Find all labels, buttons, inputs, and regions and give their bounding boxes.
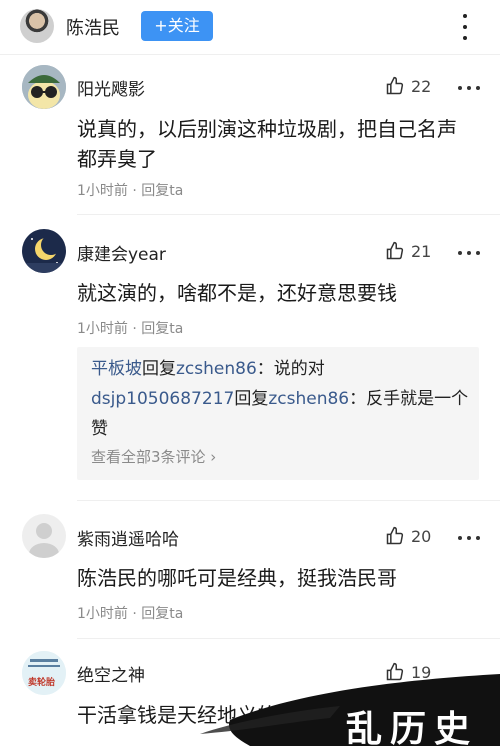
reply-content: ：说的对 bbox=[256, 359, 325, 379]
like-button[interactable]: 21 bbox=[385, 241, 431, 261]
divider bbox=[77, 500, 500, 501]
reply-target[interactable]: zcshen86 bbox=[268, 389, 349, 409]
comment-time: 1小时前 bbox=[77, 606, 128, 622]
comment-text: 就这演的，啥都不是，还好意思要钱 bbox=[77, 281, 397, 305]
like-button[interactable]: 19 bbox=[385, 662, 431, 682]
comment-meta: 1小时前 · 回复ta bbox=[77, 183, 184, 199]
reply-link[interactable]: 回复ta bbox=[141, 321, 183, 337]
like-count: 21 bbox=[411, 241, 432, 261]
commenter-name[interactable]: 康建会year bbox=[77, 240, 166, 265]
default-avatar-icon[interactable] bbox=[22, 514, 66, 558]
comment-meta: 1小时前 · 回复ta bbox=[77, 606, 184, 622]
more-horizontal-icon[interactable] bbox=[458, 250, 480, 256]
reply-item[interactable]: dsjp1050687217回复zcshen86：反手就是一个赞 bbox=[91, 384, 471, 444]
comment-time: 1小时前 bbox=[77, 183, 128, 199]
like-count: 20 bbox=[411, 526, 432, 546]
view-all-replies-link[interactable]: 查看全部3条评论 › bbox=[91, 446, 216, 467]
commenter-name[interactable]: 紫雨逍遥哈哈 bbox=[77, 525, 179, 550]
commenter-name[interactable]: 阳光飕影 bbox=[77, 75, 145, 100]
comment-time: 1小时前 bbox=[77, 321, 128, 337]
author-avatar[interactable] bbox=[20, 9, 54, 43]
reply-verb: 回复 bbox=[234, 389, 269, 409]
like-button[interactable]: 20 bbox=[385, 526, 431, 546]
comment-meta: 1小时前 · 回复ta bbox=[77, 321, 184, 337]
like-button[interactable]: 22 bbox=[385, 76, 431, 96]
poster-avatar-icon[interactable]: 卖轮胎 bbox=[22, 651, 66, 695]
more-horizontal-icon[interactable] bbox=[458, 535, 480, 541]
comment-text: 说真的，以后别演这种垃圾剧，把自己名声都弄臭了 bbox=[77, 117, 457, 171]
like-count: 19 bbox=[411, 662, 432, 682]
thumbs-up-icon bbox=[386, 76, 404, 95]
moon-avatar-icon[interactable] bbox=[22, 229, 66, 273]
thumbs-up-icon bbox=[386, 662, 404, 681]
glasses-avatar-icon[interactable] bbox=[22, 65, 66, 109]
thumbs-up-icon bbox=[386, 526, 404, 545]
divider bbox=[77, 214, 500, 215]
reply-user[interactable]: dsjp1050687217 bbox=[91, 389, 234, 409]
commenter-name[interactable]: 绝空之神 bbox=[77, 661, 145, 686]
top-bar: 陈浩民 +关注 bbox=[0, 0, 500, 55]
author-name[interactable]: 陈浩民 bbox=[66, 14, 120, 40]
like-count: 22 bbox=[411, 76, 432, 96]
replies-box: 平板坡回复zcshen86：说的对 dsjp1050687217回复zcshen… bbox=[77, 347, 479, 480]
reply-item[interactable]: 平板坡回复zcshen86：说的对 bbox=[91, 354, 471, 384]
reply-link[interactable]: 回复ta bbox=[141, 606, 183, 622]
reply-link[interactable]: 回复ta bbox=[141, 183, 183, 199]
reply-verb: 回复 bbox=[142, 359, 176, 379]
more-vertical-icon[interactable] bbox=[458, 14, 472, 40]
follow-button[interactable]: +关注 bbox=[141, 11, 213, 41]
reply-target[interactable]: zcshen86 bbox=[176, 359, 257, 379]
reply-user[interactable]: 平板坡 bbox=[91, 359, 142, 379]
comment-text: 陈浩民的哪吒可是经典，挺我浩民哥 bbox=[77, 566, 397, 590]
thumbs-up-icon bbox=[386, 241, 404, 260]
more-horizontal-icon[interactable] bbox=[458, 85, 480, 91]
watermark-text: 乱历史 bbox=[346, 708, 479, 750]
avatar-caption: 卖轮胎 bbox=[28, 678, 56, 688]
divider bbox=[77, 638, 500, 639]
